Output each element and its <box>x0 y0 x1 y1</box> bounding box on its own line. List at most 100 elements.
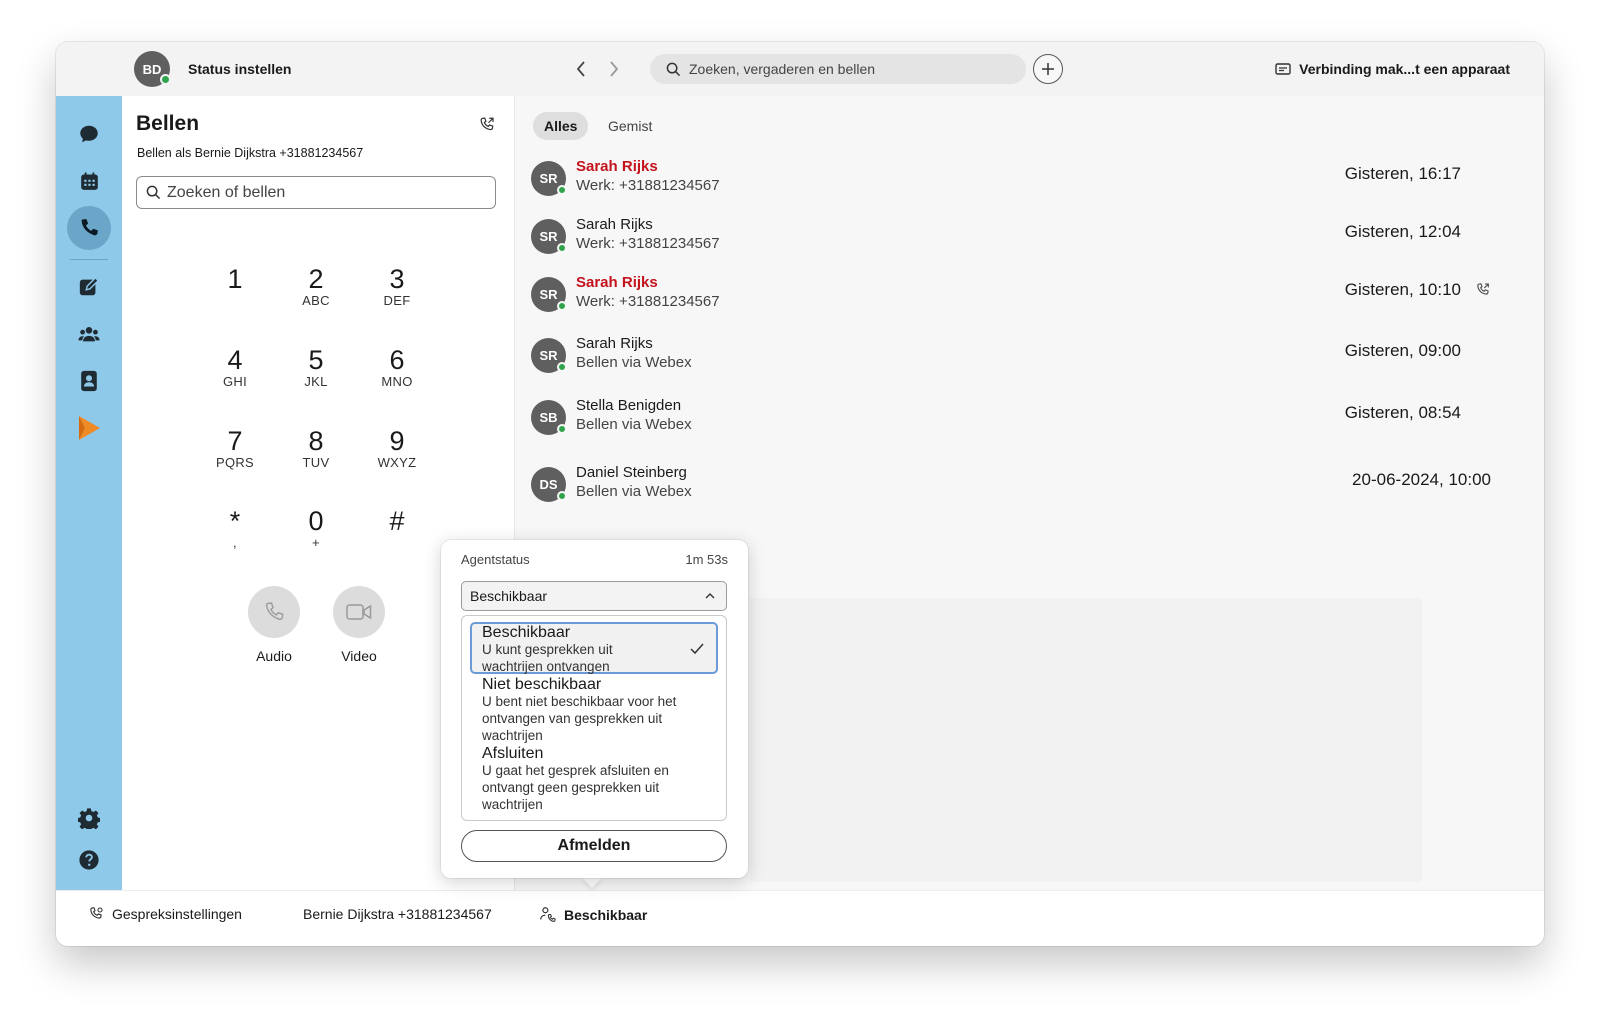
call-history-row[interactable]: SR Sarah Rijks Werk: +31881234567 Gister… <box>531 270 1491 320</box>
people-icon[interactable] <box>77 322 101 346</box>
dialer-title: Bellen <box>136 112 200 135</box>
call-settings-icon[interactable] <box>478 116 496 139</box>
dial-key-number: # <box>389 506 405 536</box>
connect-device-button[interactable]: Verbinding mak...t een apparaat <box>1275 61 1510 77</box>
agent-status-title: Agentstatus <box>461 552 530 567</box>
play-arrow-icon[interactable] <box>77 416 101 440</box>
calendar-icon[interactable] <box>77 169 101 193</box>
option-wrap-up[interactable]: Afsluiten U gaat het gesprek afsluiten e… <box>470 745 718 813</box>
avatar-initials: SR <box>539 287 558 302</box>
audio-call-button[interactable] <box>248 586 300 638</box>
option-available[interactable]: Beschikbaar U kunt gesprekken uit wachtr… <box>470 622 718 674</box>
agent-status-label: Beschikbaar <box>564 906 648 923</box>
presence-dot <box>557 362 567 372</box>
call-time: Gisteren, 09:00 <box>1344 341 1461 360</box>
global-search-input[interactable]: Zoeken, vergaderen en bellen <box>650 54 1026 84</box>
call-settings-icon <box>90 907 103 919</box>
option-unavailable[interactable]: Niet beschikbaar U bent niet beschikbaar… <box>470 676 718 744</box>
contact-name: Sarah Rijks <box>576 158 658 175</box>
dial-key-letters: DEF <box>383 293 411 308</box>
search-icon <box>666 62 681 76</box>
forward-arrow-icon[interactable] <box>604 57 624 81</box>
dial-key-letters: PQRS <box>215 455 255 470</box>
gear-icon[interactable] <box>77 806 101 830</box>
call-detail: Werk: +31881234567 <box>576 293 720 310</box>
dial-key-7[interactable]: 7 PQRS <box>205 426 265 470</box>
agent-status-select[interactable]: Beschikbaar <box>461 581 727 611</box>
help-icon[interactable] <box>77 848 101 872</box>
dial-key-2[interactable]: 2 ABC <box>286 264 346 308</box>
call-time: Gisteren, 16:17 <box>1344 164 1461 183</box>
dial-key-letters: ABC <box>302 293 330 308</box>
back-arrow-icon[interactable] <box>571 57 591 81</box>
dial-key-number: 6 <box>389 345 405 375</box>
connect-device-label: Verbinding mak...t een apparaat <box>1299 61 1510 77</box>
dial-key-0[interactable]: 0 + <box>286 506 346 550</box>
call-history-row[interactable]: SR Sarah Rijks Werk: +31881234567 Gister… <box>531 212 1491 262</box>
dial-key-number: 2 <box>308 264 324 294</box>
contact-avatar: SR <box>531 161 567 196</box>
dial-search-input[interactable]: Zoeken of bellen <box>136 176 496 209</box>
contact-name: Sarah Rijks <box>576 216 653 233</box>
presence-dot <box>557 424 567 434</box>
avatar[interactable]: BD <box>134 51 171 87</box>
contact-avatar: SB <box>531 400 567 435</box>
call-detail: Bellen via Webex <box>576 483 692 500</box>
dial-search-placeholder: Zoeken of bellen <box>167 183 286 201</box>
tab-missed[interactable]: Gemist <box>597 112 663 140</box>
dial-key-hash[interactable]: # <box>367 506 427 536</box>
dial-key-number: 4 <box>227 345 243 375</box>
call-detail: Werk: +31881234567 <box>576 235 720 252</box>
call-settings-button[interactable]: Gespreksinstellingen <box>88 906 242 922</box>
option-title: Niet beschikbaar <box>482 676 602 693</box>
call-time: 20-06-2024, 10:00 <box>1352 470 1491 489</box>
contacts-icon[interactable] <box>77 369 101 393</box>
compose-icon[interactable] <box>77 275 101 299</box>
avatar-initials: SR <box>539 171 558 186</box>
video-call-button[interactable] <box>333 586 385 638</box>
dial-key-6[interactable]: 6 MNO <box>367 345 427 389</box>
call-history-row[interactable]: SB Stella Benigden Bellen via Webex Gist… <box>531 393 1491 443</box>
search-icon <box>146 185 161 200</box>
dial-key-5[interactable]: 5 JKL <box>286 345 346 389</box>
new-action-button[interactable] <box>1033 54 1063 84</box>
dial-key-4[interactable]: 4 GHI <box>205 345 265 389</box>
logout-button[interactable]: Afmelden <box>461 830 727 862</box>
phone-icon[interactable] <box>77 216 101 240</box>
dial-key-number: 3 <box>389 264 405 294</box>
contact-name: Sarah Rijks <box>576 335 653 352</box>
presence-dot <box>160 74 171 85</box>
dial-key-9[interactable]: 9 WXYZ <box>367 426 427 470</box>
call-settings-label: Gespreksinstellingen <box>112 906 242 922</box>
contact-name: Daniel Steinberg <box>576 464 687 481</box>
presence-dot <box>557 243 567 253</box>
presence-dot <box>557 301 567 311</box>
callback-icon[interactable] <box>1475 282 1491 303</box>
call-history-row[interactable]: SR Sarah Rijks Werk: +31881234567 Gister… <box>531 154 1491 204</box>
dial-key-8[interactable]: 8 TUV <box>286 426 346 470</box>
phone-icon <box>265 602 284 621</box>
dial-key-1[interactable]: 1 <box>205 264 265 294</box>
call-history-row[interactable]: DS Daniel Steinberg Bellen via Webex 20-… <box>531 460 1491 510</box>
user-number: Bernie Dijkstra +31881234567 <box>303 906 492 922</box>
dial-key-star[interactable]: *, <box>205 506 265 550</box>
video-label: Video <box>341 648 377 664</box>
tab-all[interactable]: Alles <box>533 112 589 140</box>
dial-key-number: 5 <box>308 345 324 375</box>
navigation-rail <box>56 96 122 890</box>
title-bar: BD Status instellen Zoeken, vergaderen e… <box>56 42 1544 96</box>
dial-key-number: 1 <box>227 264 243 294</box>
call-history-row[interactable]: SR Sarah Rijks Bellen via Webex Gisteren… <box>531 331 1491 381</box>
app-window: BD Status instellen Zoeken, vergaderen e… <box>56 42 1544 946</box>
avatar-initials: DS <box>539 477 558 492</box>
dial-key-number: 9 <box>389 426 405 456</box>
chat-bubble-icon[interactable] <box>77 122 101 146</box>
global-search-placeholder: Zoeken, vergaderen en bellen <box>689 61 876 77</box>
dial-key-letters: , <box>233 535 237 550</box>
dial-key-3[interactable]: 3 DEF <box>367 264 427 308</box>
set-status-button[interactable]: Status instellen <box>188 61 291 77</box>
agent-status-button[interactable]: Beschikbaar <box>539 906 647 923</box>
contact-avatar: SR <box>531 219 567 254</box>
option-title: Beschikbaar <box>482 624 571 641</box>
option-title: Afsluiten <box>482 745 544 762</box>
